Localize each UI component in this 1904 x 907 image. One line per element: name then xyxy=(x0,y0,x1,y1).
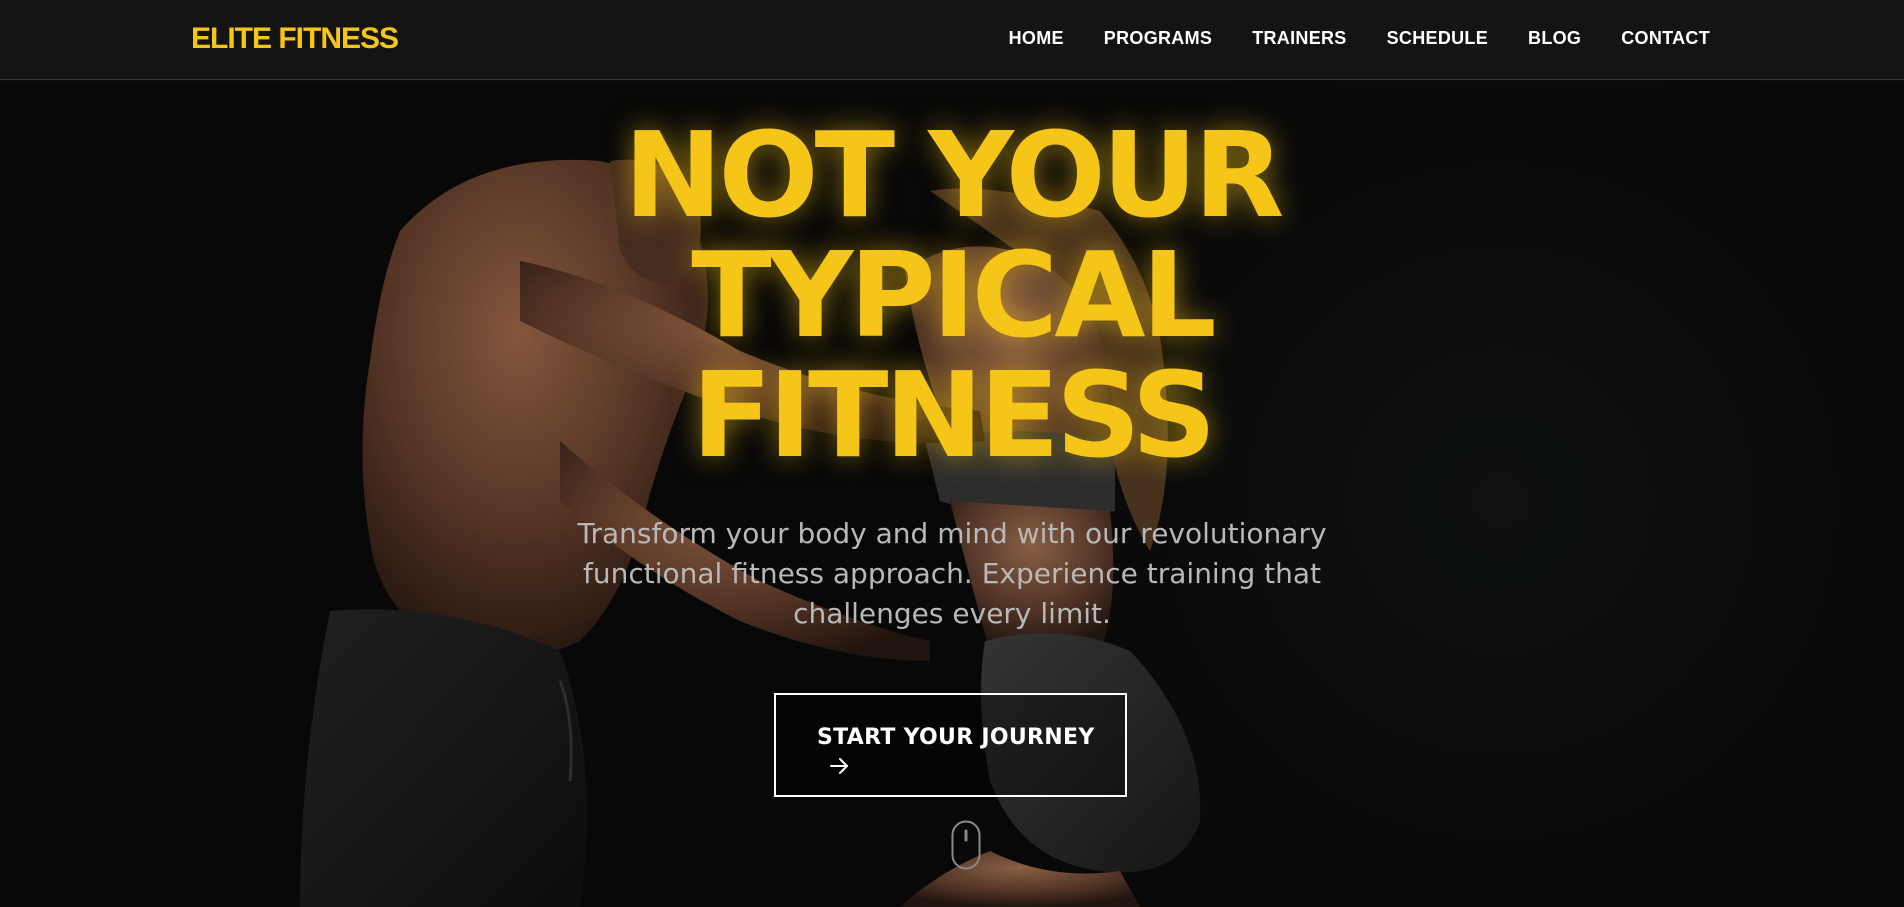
nav-link-home[interactable]: HOME xyxy=(1009,28,1064,49)
navbar: ELITE FITNESS HOME PROGRAMS TRAINERS SCH… xyxy=(0,0,1904,80)
mouse-scroll-icon[interactable] xyxy=(951,820,981,875)
start-journey-button[interactable]: START YOUR JOURNEY xyxy=(774,693,1127,797)
site-logo[interactable]: ELITE FITNESS xyxy=(191,22,399,56)
nav-links: HOME PROGRAMS TRAINERS SCHEDULE BLOG CON… xyxy=(1009,28,1710,49)
nav-link-programs[interactable]: PROGRAMS xyxy=(1104,28,1212,49)
arrow-right-icon xyxy=(828,755,850,782)
start-journey-label: START YOUR JOURNEY xyxy=(817,725,1095,750)
nav-link-blog[interactable]: BLOG xyxy=(1528,28,1581,49)
nav-link-schedule[interactable]: SCHEDULE xyxy=(1387,28,1488,49)
headline-line-1: NOT YOUR xyxy=(623,106,1285,244)
page: ELITE FITNESS HOME PROGRAMS TRAINERS SCH… xyxy=(0,0,1904,907)
nav-link-contact[interactable]: CONTACT xyxy=(1621,28,1710,49)
headline-line-2: TYPICAL xyxy=(691,226,1216,364)
hero-subtitle: Transform your body and mind with our re… xyxy=(577,517,1327,630)
hero-section: NOT YOUR TYPICAL FITNESS Transform your … xyxy=(0,81,1904,907)
hero-headline: NOT YOUR TYPICAL FITNESS xyxy=(0,115,1904,475)
headline-line-3: FITNESS xyxy=(691,346,1216,484)
nav-link-trainers[interactable]: TRAINERS xyxy=(1252,28,1346,49)
